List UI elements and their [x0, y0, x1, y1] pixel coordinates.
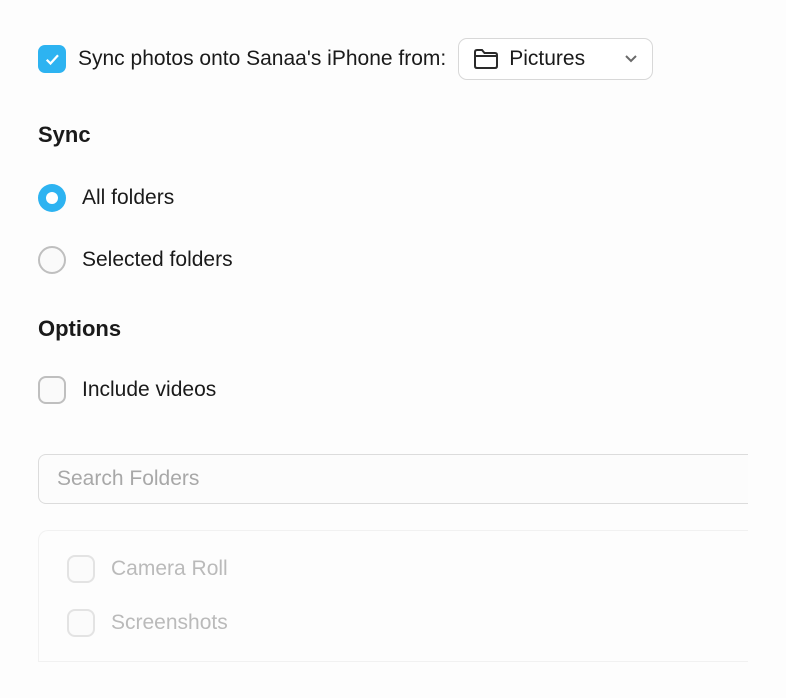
sync-section-title: Sync [38, 122, 748, 148]
sync-photos-header: Sync photos onto Sanaa's iPhone from: Pi… [38, 38, 748, 80]
include-videos-checkbox [38, 376, 66, 404]
radio-all-folders[interactable]: All folders [38, 184, 748, 212]
radio-unselected-icon [38, 246, 66, 274]
dropdown-value: Pictures [509, 47, 614, 71]
folder-checkbox [67, 609, 95, 637]
radio-selected-icon [38, 184, 66, 212]
radio-selected-folders-label: Selected folders [82, 248, 233, 272]
options-section-title: Options [38, 316, 748, 342]
chevron-down-icon [624, 54, 638, 64]
sync-photos-checkbox[interactable] [38, 45, 66, 73]
folder-item[interactable]: Camera Roll [67, 555, 720, 583]
include-videos-row[interactable]: Include videos [38, 376, 748, 404]
folder-checkbox [67, 555, 95, 583]
folder-item[interactable]: Screenshots [67, 609, 720, 637]
include-videos-label: Include videos [82, 378, 216, 402]
radio-selected-folders[interactable]: Selected folders [38, 246, 748, 274]
source-folder-dropdown[interactable]: Pictures [458, 38, 653, 80]
folders-list: Camera Roll Screenshots [38, 530, 748, 662]
folder-item-label: Screenshots [111, 611, 228, 635]
check-icon [43, 50, 61, 68]
folder-icon [473, 48, 499, 70]
radio-all-folders-label: All folders [82, 186, 174, 210]
folder-item-label: Camera Roll [111, 557, 228, 581]
search-folders-input[interactable] [38, 454, 748, 504]
sync-photos-label: Sync photos onto Sanaa's iPhone from: [78, 47, 446, 71]
